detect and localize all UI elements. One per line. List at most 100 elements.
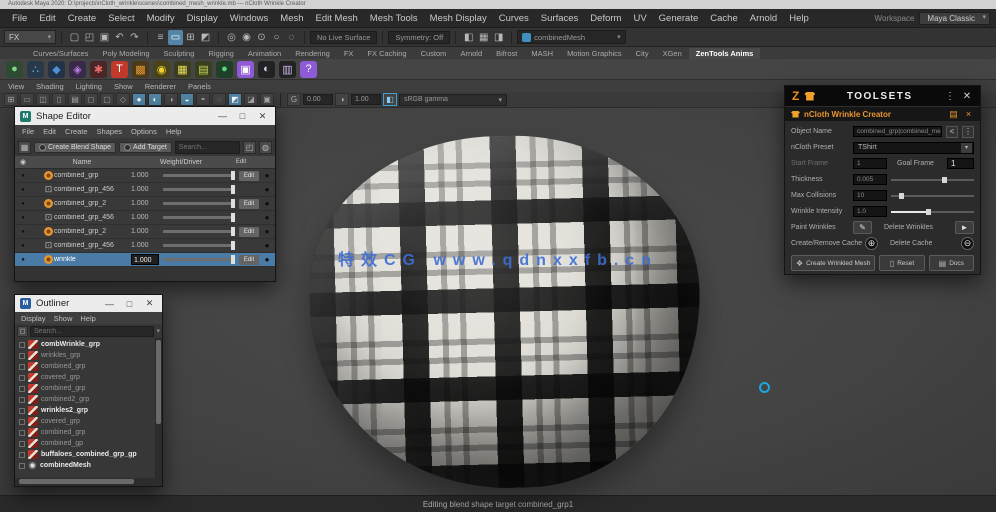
node-name[interactable]: combined_grp [41,363,85,370]
shelf-tab[interactable]: Rendering [288,48,337,59]
node-name[interactable]: combined_gp [41,440,83,447]
close-button[interactable]: ✕ [255,111,270,122]
shelf-tab[interactable]: FX Caching [360,48,413,59]
gamma-icon[interactable]: ◑ [335,93,349,106]
slider-handle[interactable] [925,208,931,215]
outliner-item[interactable]: buffaloes_combined_grp_gp [19,449,155,460]
close-tool-icon[interactable]: × [963,109,974,119]
close-button[interactable]: ✕ [142,298,157,309]
shelf-tab[interactable]: Motion Graphics [560,48,629,59]
node-name[interactable]: wrinkles_grp [41,352,80,359]
weight-value[interactable]: 1.000 [131,242,159,249]
safe-action-icon[interactable]: ◻ [84,93,98,106]
menu-item[interactable]: Help [783,13,815,24]
paint-wrinkles-button[interactable]: ✎ [853,221,872,234]
weight-value[interactable]: 1.000 [131,172,159,179]
gamma-field[interactable]: 1.00 [351,94,381,105]
ambient-occlusion-icon[interactable]: ◓ [196,93,210,106]
shelf-tab[interactable]: MASH [524,48,560,59]
scrollbar-thumb[interactable] [19,479,134,484]
menu-item[interactable]: Mesh Tools [364,13,424,24]
row-select-dot[interactable]: ● [17,187,29,193]
slider-handle[interactable] [942,176,948,183]
xray-icon[interactable]: ◪ [244,93,258,106]
create-wrinkled-mesh-button[interactable]: ❖ Create Wrinkled Mesh [791,255,876,271]
visibility-checkbox[interactable] [19,341,25,348]
shape-editor-row[interactable]: ● combined_grp_456 1.000 ● [15,211,275,225]
vertical-scrollbar[interactable] [155,338,162,478]
slider-handle[interactable] [899,192,905,199]
undo-icon[interactable]: ↶ [112,30,127,45]
node-name[interactable]: buffaloes_combined_grp_gp [41,451,137,458]
keyframe-dot[interactable]: ● [261,199,273,208]
minimize-button[interactable]: — [102,299,117,309]
preset-dropdown[interactable]: TShirt ▾ [853,141,974,154]
panel-menu-item[interactable]: Shading [36,82,64,91]
keyframe-dot[interactable]: ● [261,241,273,250]
delete-cache-button[interactable]: ⊖ [961,237,974,250]
goal-frame-field[interactable]: 1 [947,158,974,169]
keyframe-dot[interactable]: ● [261,255,273,264]
visibility-checkbox[interactable] [19,440,25,447]
toolsets-header[interactable]: Z TOOLSETS ⋮ ✕ [785,86,980,106]
shape-editor-menu-item[interactable]: Create [65,127,88,136]
shelf-tab[interactable]: Rigging [201,48,240,59]
shape-editor-row[interactable]: ● combined_grp_2 1.000 Edit ● [15,225,275,239]
outliner-item[interactable]: wrinkles2_grp [19,405,155,416]
visibility-checkbox[interactable] [19,462,25,469]
ncloth-icon[interactable]: ◆ [48,60,65,78]
shape-editor-search-input[interactable] [174,140,240,154]
shape-editor-row[interactable]: ● combined_grp_2 1.000 Edit ● [15,197,275,211]
snap-point-icon[interactable]: ⊙ [254,30,269,45]
outliner-item[interactable]: combinedMesh [19,460,155,471]
start-frame-field[interactable]: 1 [853,158,887,169]
row-select-dot[interactable]: ● [17,243,29,249]
exposure-icon[interactable]: G [287,93,301,106]
gate-mask-icon[interactable]: ▯ [52,93,66,106]
outliner-menu-item[interactable]: Show [54,314,73,323]
slider-handle[interactable] [231,199,235,208]
filter-icon[interactable]: ◍ [259,140,272,154]
safe-title-icon[interactable]: ▢ [100,93,114,106]
panel-menu-item[interactable]: Renderer [145,82,176,91]
outliner-item[interactable]: combined_grp [19,361,155,372]
outliner-item[interactable]: combWrinkle_grp [19,339,155,350]
motion-blur-icon[interactable]: ◌ [212,93,226,106]
shape-editor-menu-item[interactable]: Edit [43,127,56,136]
nconstraint-icon[interactable]: ✱ [90,60,107,78]
delete-wrinkles-button[interactable]: ► [955,221,974,234]
boss-icon[interactable]: ● [216,60,233,78]
new-scene-icon[interactable]: ▢ [67,30,82,45]
open-scene-icon[interactable]: ◰ [82,30,97,45]
target-name[interactable]: combined_grp [54,172,131,179]
maximize-button[interactable]: □ [235,111,250,121]
shelf-tab[interactable]: Animation [241,48,288,59]
exposure-field[interactable]: 0.00 [303,94,333,105]
menu-item[interactable]: Surfaces [535,13,585,24]
visibility-checkbox[interactable] [19,407,25,414]
visibility-checkbox[interactable] [19,352,25,359]
open-render-view-icon[interactable]: ◧ [461,30,476,45]
mash-graph-icon[interactable]: ▥ [279,60,296,78]
row-select-dot[interactable]: ● [17,173,29,179]
outliner-item[interactable]: combined2_grp [19,394,155,405]
live-surface-field[interactable]: No Live Surface [310,30,378,44]
object-name-field[interactable]: combined_grp|combined_mesh_res [853,126,942,137]
target-name[interactable]: combined_grp_2 [54,228,131,235]
resolution-gate-icon[interactable]: ◫ [36,93,50,106]
shelf-tab[interactable]: Sculpting [157,48,202,59]
visibility-checkbox[interactable] [19,374,25,381]
visibility-checkbox[interactable] [19,451,25,458]
node-name[interactable]: combined_grp [41,429,85,436]
panel-menu-item[interactable]: Show [114,82,133,91]
nhair-icon[interactable]: ◈ [69,60,86,78]
menu-item[interactable]: Modify [141,13,181,24]
menu-item[interactable]: Arnold [744,13,783,24]
highlight-selection-icon[interactable]: ◩ [198,30,213,45]
thickness-field[interactable]: 0.005 [853,174,887,185]
weight-slider[interactable] [163,255,235,264]
slider-handle[interactable] [231,241,235,250]
close-icon[interactable]: ✕ [961,91,973,102]
snap-grid-icon[interactable]: ◎ [224,30,239,45]
shelf-tab[interactable]: Arnold [453,48,489,59]
